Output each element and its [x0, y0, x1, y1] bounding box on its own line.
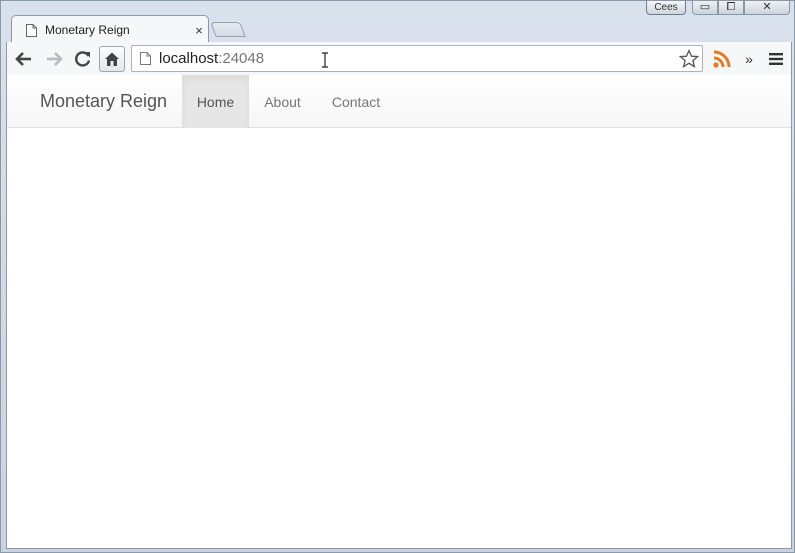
tab-monetary-reign[interactable]: Monetary Reign ×: [11, 15, 209, 43]
user-profile-badge[interactable]: Cees: [646, 1, 686, 15]
minimize-icon: ▭: [699, 1, 711, 13]
overflow-chevron: »: [745, 51, 753, 67]
home-button[interactable]: [99, 46, 125, 72]
maximize-button[interactable]: ⧠: [718, 1, 744, 15]
menu-icon: [769, 53, 783, 65]
nav-link-contact[interactable]: Contact: [316, 75, 396, 128]
nav-link-about[interactable]: About: [249, 75, 316, 128]
tab-title: Monetary Reign: [45, 23, 130, 37]
page-icon: [26, 23, 37, 37]
back-icon: [15, 52, 31, 66]
site-navbar: Monetary Reign Home About Contact: [7, 75, 791, 128]
maximize-icon: ⧠: [726, 1, 736, 13]
reload-button[interactable]: [70, 46, 96, 72]
close-icon: ✕: [762, 1, 772, 13]
site-brand-link[interactable]: Monetary Reign: [40, 75, 167, 128]
home-icon: [105, 52, 119, 66]
rss-button[interactable]: [709, 46, 735, 72]
tab-close-button[interactable]: ×: [190, 23, 208, 38]
browser-toolbar: localhost :24048 »: [6, 42, 792, 75]
reload-icon: [75, 51, 91, 67]
extensions-overflow-button[interactable]: »: [736, 46, 762, 72]
text-cursor-icon: [322, 52, 328, 68]
star-icon[interactable]: [679, 49, 699, 69]
back-button[interactable]: [11, 46, 37, 72]
browser-window: Cees ▭ ⧠ ✕ Monetary Reign × localhost:2…: [0, 0, 795, 553]
forward-button[interactable]: [41, 46, 67, 72]
menu-button[interactable]: [763, 46, 789, 72]
minimize-button[interactable]: ▭: [692, 1, 718, 15]
page-viewport: Monetary Reign Home About Contact: [6, 75, 792, 549]
rss-icon: [713, 50, 731, 68]
url-port: :24048: [218, 50, 265, 67]
address-bar[interactable]: localhost :24048: [131, 45, 703, 72]
forward-icon: [47, 52, 63, 66]
new-tab-button[interactable]: [210, 22, 246, 37]
window-controls: ▭ ⧠ ✕: [692, 1, 790, 15]
close-window-button[interactable]: ✕: [744, 1, 790, 15]
nav-link-home[interactable]: Home: [182, 75, 249, 128]
page-icon: [140, 52, 151, 65]
url-host: localhost: [159, 50, 219, 67]
